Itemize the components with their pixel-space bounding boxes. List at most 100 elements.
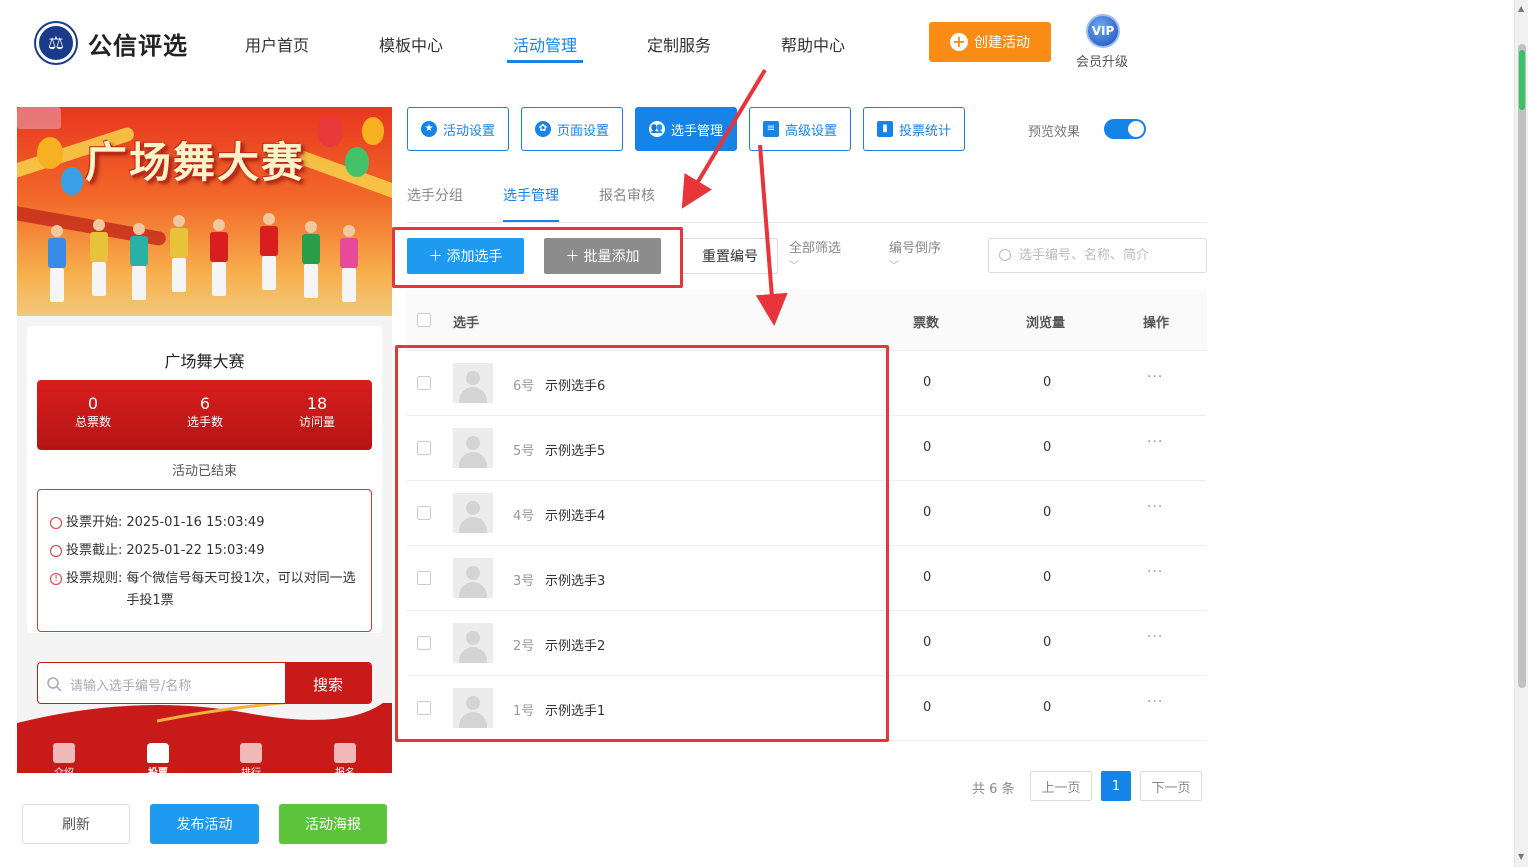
- dancer-figure: [259, 213, 279, 290]
- bottom-nav-signup[interactable]: 报名: [315, 743, 375, 773]
- rule-start: 投票开始: 2025-01-16 15:03:49: [50, 512, 264, 534]
- tab-label: 高级设置: [784, 123, 837, 139]
- search-icon: [999, 249, 1011, 261]
- trophy-icon: [240, 743, 262, 763]
- tab-vote-statistics[interactable]: ▮ 投票统计: [863, 107, 965, 151]
- tab-activity-settings[interactable]: ★ 活动设置: [407, 107, 509, 151]
- filter-all-label: 全部筛选: [789, 241, 842, 256]
- bottom-nav-intro[interactable]: 介绍: [34, 743, 94, 773]
- dancer-figure: [169, 215, 189, 292]
- dancer-figure: [47, 225, 67, 302]
- sliders-icon: ≡: [762, 121, 779, 137]
- subtab-divider: [407, 222, 1207, 223]
- preview-search-button[interactable]: 搜索: [285, 663, 371, 703]
- logo-text: 公信评选: [88, 32, 188, 60]
- header-views: 浏览量: [1026, 316, 1066, 331]
- tab-label: 页面设置: [556, 123, 609, 139]
- bottom-nav-ranking[interactable]: 排行: [221, 743, 281, 773]
- more-actions-icon[interactable]: ···: [1147, 434, 1163, 450]
- dancer-figure: [301, 221, 321, 298]
- view-count: 0: [1043, 570, 1052, 585]
- scroll-thumb[interactable]: [1518, 44, 1526, 688]
- rule-label: 投票规则:: [66, 571, 123, 586]
- vip-upgrade-label[interactable]: 会员升级: [1076, 51, 1128, 70]
- balloon: [317, 115, 343, 147]
- view-count: 0: [1043, 700, 1052, 715]
- reset-number-button[interactable]: 重置编号: [682, 238, 778, 274]
- preview-search-input[interactable]: 请输入选手编号/名称: [70, 675, 191, 694]
- subtab-signup-review[interactable]: 报名审核: [599, 185, 655, 205]
- preview-effect-toggle[interactable]: [1104, 119, 1146, 139]
- contestant-search-input[interactable]: 选手编号、名称、简介: [988, 238, 1207, 273]
- create-activity-label: 创建活动: [974, 35, 1030, 51]
- annotation-highlight-box: [395, 345, 889, 742]
- toggle-knob: [1128, 121, 1144, 137]
- stat-value: 6: [199, 394, 211, 413]
- chevron-down-icon: ﹀: [889, 261, 899, 272]
- more-actions-icon[interactable]: ···: [1147, 369, 1163, 385]
- sort-order-dropdown[interactable]: 编号倒序 ﹀: [889, 240, 941, 276]
- prev-page-button[interactable]: 上一页: [1030, 771, 1092, 801]
- mobile-bottom-nav: 介绍 投票 排行 报名: [17, 703, 392, 773]
- nav-activity-management[interactable]: 活动管理: [513, 32, 577, 56]
- nav-user-home[interactable]: 用户首页: [245, 32, 309, 56]
- clock-icon: [50, 517, 62, 529]
- nav-custom-service[interactable]: 定制服务: [647, 32, 711, 56]
- bar-chart-icon: ▮: [876, 121, 893, 137]
- select-all-checkbox[interactable]: [417, 313, 431, 327]
- view-count: 0: [1043, 635, 1052, 650]
- rule-end: 投票截止: 2025-01-22 15:03:49: [50, 540, 264, 562]
- header-contestant: 选手: [453, 316, 480, 331]
- tab-label: 活动设置: [442, 123, 495, 139]
- stat-total-votes: 0 总票数: [43, 394, 143, 430]
- users-icon: 👥: [648, 121, 665, 137]
- next-page-button[interactable]: 下一页: [1140, 771, 1202, 801]
- more-actions-icon[interactable]: ···: [1147, 694, 1163, 710]
- subtab-contestant-management[interactable]: 选手管理: [503, 185, 559, 205]
- search-icon: [47, 677, 62, 692]
- tab-contestant-management[interactable]: 👥 选手管理: [635, 107, 737, 151]
- filter-all-dropdown[interactable]: 全部筛选 ﹀: [789, 240, 841, 276]
- nav-template-center[interactable]: 模板中心: [379, 32, 443, 56]
- activity-status: 活动已结束: [171, 464, 237, 479]
- scroll-down-arrow-icon[interactable]: ▼: [1518, 852, 1524, 861]
- vote-count: 0: [923, 440, 932, 455]
- dancer-figure: [89, 219, 109, 296]
- stat-contestants: 6 选手数: [155, 394, 255, 430]
- table-header: 选手 票数 浏览量 操作: [407, 290, 1207, 351]
- mobile-preview: 广场舞大赛 广场舞大赛 0 总票数 6 选手数 18 访问量 活动已结束 投票开…: [17, 107, 392, 773]
- rule-voting: ! 投票规则: 每个微信号每天可投1次，可以对同一选 手投1票: [50, 568, 358, 612]
- banner-title: 广场舞大赛: [85, 138, 306, 187]
- chevron-down-icon: ﹀: [789, 261, 799, 272]
- activity-poster-button[interactable]: 活动海报: [279, 804, 387, 844]
- page-scrollbar[interactable]: ▲ ▼: [1514, 0, 1528, 867]
- pixelated-logo: [17, 107, 61, 129]
- more-actions-icon[interactable]: ···: [1147, 564, 1163, 580]
- bottom-nav-label: 报名: [335, 768, 355, 773]
- rule-value: 每个微信号每天可投1次，可以对同一选 手投1票: [126, 568, 358, 612]
- bottom-nav-label: 排行: [241, 768, 261, 773]
- tab-advanced-settings[interactable]: ≡ 高级设置: [749, 107, 851, 151]
- bottom-nav-vote[interactable]: 投票: [128, 743, 188, 773]
- subtab-contestant-groups[interactable]: 选手分组: [407, 185, 463, 205]
- refresh-button[interactable]: 刷新: [22, 804, 130, 844]
- scroll-indicator: [1519, 50, 1525, 110]
- page-1-button[interactable]: 1: [1101, 771, 1131, 801]
- dancer-figure: [339, 225, 359, 302]
- tab-label: 选手管理: [670, 123, 723, 139]
- scroll-up-arrow-icon[interactable]: ▲: [1518, 4, 1524, 13]
- rule-value: 2025-01-22 15:03:49: [126, 543, 265, 558]
- more-actions-icon[interactable]: ···: [1147, 629, 1163, 645]
- nav-help-center[interactable]: 帮助中心: [781, 32, 845, 56]
- tab-page-settings[interactable]: ✿ 页面设置: [521, 107, 623, 151]
- vip-badge-icon[interactable]: VIP: [1086, 14, 1120, 48]
- rule-value: 2025-01-16 15:03:49: [126, 515, 265, 530]
- edit-icon: [334, 743, 356, 763]
- create-activity-button[interactable]: + 创建活动: [929, 22, 1051, 62]
- annotation-highlight-box: [392, 227, 683, 288]
- balloon: [345, 147, 369, 177]
- more-actions-icon[interactable]: ···: [1147, 499, 1163, 515]
- annotation-arrow: [755, 144, 788, 326]
- publish-activity-button[interactable]: 发布活动: [150, 804, 259, 844]
- gear-icon: ✿: [534, 121, 551, 137]
